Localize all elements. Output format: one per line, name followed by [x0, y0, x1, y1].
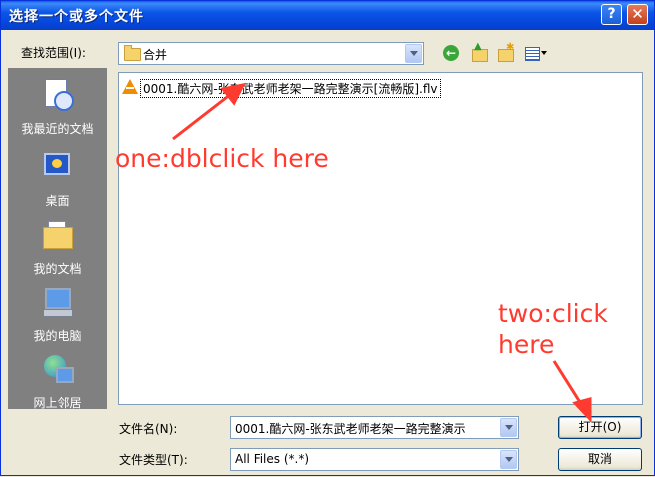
annotation-arrows — [172, 82, 592, 423]
annotation-arrow-2-head — [572, 397, 592, 423]
annotation-arrow-1 — [172, 92, 232, 141]
annotation-arrow-1-head — [220, 82, 246, 106]
open-file-dialog: 选择一个或多个文件 ? ✕ 查找范围(I): 合并 ← 我最近的文档 桌面 我的… — [0, 0, 655, 476]
annotation-arrow-2 — [552, 360, 585, 408]
